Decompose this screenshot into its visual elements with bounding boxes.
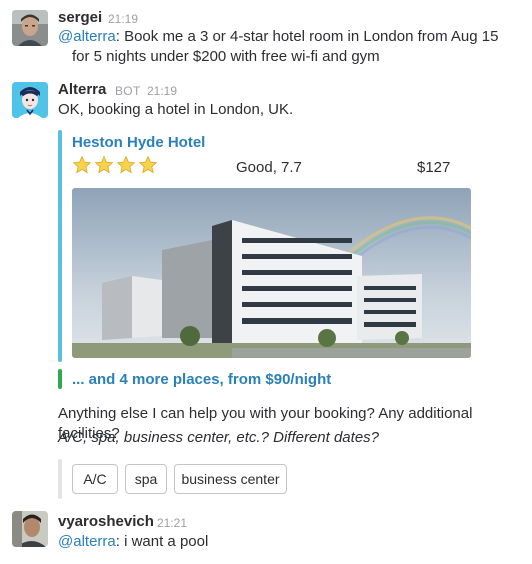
hotel-name-link[interactable]: Heston Hyde Hotel <box>72 134 205 151</box>
message-body: : i want a pool <box>115 533 209 550</box>
message-body: : Book me a 3 or 4-star hotel room in Lo… <box>115 28 499 45</box>
more-places-link[interactable]: ... and 4 more places, from $90/night <box>72 371 331 388</box>
timestamp[interactable]: 21:19 <box>147 84 177 98</box>
more-places-accent-bar <box>58 369 62 389</box>
message-text: @alterra: Book me a 3 or 4-star hotel ro… <box>58 27 498 47</box>
author-name[interactable]: Alterra <box>58 81 106 98</box>
spa-button[interactable]: spa <box>125 464 167 494</box>
avatar[interactable] <box>12 10 48 46</box>
star-rating <box>72 155 158 175</box>
timestamp[interactable]: 21:21 <box>157 516 187 530</box>
button-group-bar <box>58 459 62 499</box>
star-icon <box>138 155 158 174</box>
star-icon <box>116 155 136 174</box>
author-name[interactable]: sergei <box>58 9 102 26</box>
star-icon <box>94 155 114 174</box>
author-name[interactable]: vyaroshevich <box>58 513 154 530</box>
message-text: @alterra: i want a pool <box>58 532 208 552</box>
avatar[interactable] <box>12 511 48 547</box>
mention-link[interactable]: @alterra <box>58 533 116 550</box>
hotel-rating: Good, 7.7 <box>236 159 302 176</box>
ac-button[interactable]: A/C <box>72 464 118 494</box>
timestamp[interactable]: 21:19 <box>108 12 138 26</box>
star-icon <box>72 155 92 174</box>
bot-badge: BOT <box>115 84 141 98</box>
business-center-button[interactable]: business center <box>174 464 287 494</box>
followup-text-line2: A/C, spa, business center, etc.? Differe… <box>58 429 380 446</box>
message-text-line2: for 5 nights under $200 with free wi-fi … <box>72 48 380 65</box>
hotel-price: $127 <box>417 159 451 176</box>
attachment-accent-bar <box>58 130 62 362</box>
bot-avatar[interactable] <box>12 82 48 118</box>
hotel-photo[interactable] <box>72 188 471 358</box>
mention-link[interactable]: @alterra <box>58 28 116 45</box>
message-text: OK, booking a hotel in London, UK. <box>58 101 294 118</box>
